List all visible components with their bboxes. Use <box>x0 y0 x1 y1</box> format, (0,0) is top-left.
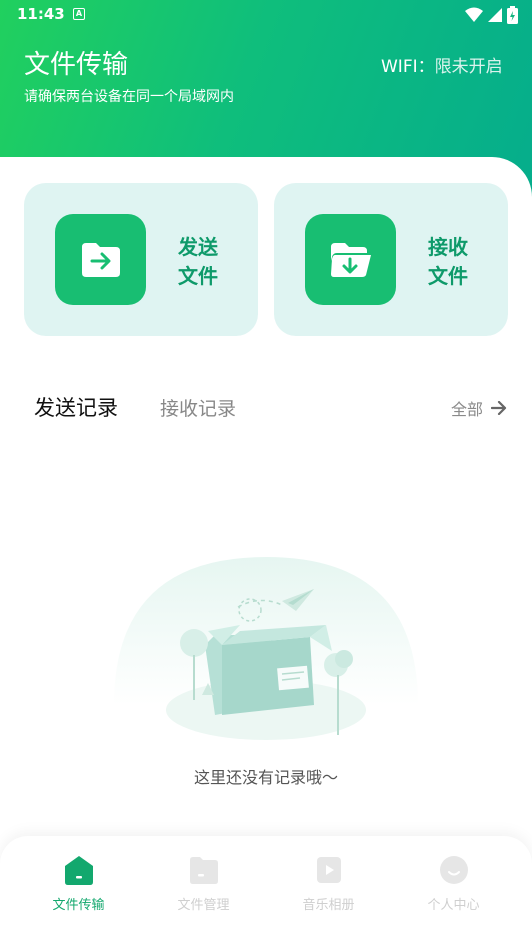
receive-file-button[interactable]: 接收 文件 <box>274 183 508 336</box>
nav-label-profile: 个人中心 <box>427 898 480 913</box>
tab-send-label: 发送记录 <box>34 396 118 420</box>
nav-profile[interactable]: 个人中心 <box>387 836 520 936</box>
wifi-value: 限未开启 <box>434 57 503 77</box>
receive-file-label: 接收 文件 <box>428 233 478 291</box>
tab-receive-label: 接收记录 <box>160 398 237 420</box>
bottom-nav: 文件传输 文件管理 音乐相册 个人中心 <box>0 836 532 947</box>
notification-badge-icon: A <box>73 8 85 20</box>
nav-file-manager[interactable]: 文件管理 <box>137 836 270 936</box>
nav-label-file-transfer: 文件传输 <box>52 898 105 913</box>
send-label-line1: 发送 <box>178 235 218 259</box>
empty-box-illustration <box>114 557 418 740</box>
tab-receive-records[interactable]: 接收记录 <box>160 394 236 421</box>
status-bar: 11:43 A <box>0 0 532 30</box>
view-all-label: 全部 <box>451 400 484 419</box>
view-all-button[interactable]: 全部 <box>451 396 507 420</box>
empty-state-text: 这里还没有记录哦～ <box>193 768 338 787</box>
status-time: 11:43 <box>17 5 65 23</box>
receive-icon-box <box>305 214 396 305</box>
nav-label-music-album: 音乐相册 <box>302 898 355 913</box>
page-title: 文件传输 <box>24 50 129 80</box>
battery-icon <box>507 6 518 24</box>
send-file-label: 发送 文件 <box>178 233 228 291</box>
receive-label-line1: 接收 <box>428 235 468 259</box>
send-icon-box <box>55 214 146 305</box>
folder-arrow-right-icon <box>81 242 120 277</box>
folder-icon <box>189 857 218 884</box>
folder-arrow-down-icon <box>330 242 371 277</box>
page-subtitle: 请确保两台设备在同一个局域网内 <box>24 89 234 105</box>
cell-signal-icon <box>488 8 502 22</box>
send-file-button[interactable]: 发送 文件 <box>24 183 258 336</box>
home-icon <box>64 856 93 885</box>
status-icons <box>465 6 518 24</box>
wifi-status: WIFI：限未开启 <box>381 52 503 77</box>
profile-icon <box>439 856 468 884</box>
wifi-label: WIFI： <box>381 57 435 77</box>
send-label-line2: 文件 <box>178 264 218 288</box>
receive-label-line2: 文件 <box>428 264 468 288</box>
arrow-right-icon <box>491 401 507 415</box>
tab-send-records[interactable]: 发送记录 <box>32 392 120 422</box>
media-icon <box>316 857 341 883</box>
nav-music-album[interactable]: 音乐相册 <box>262 836 395 936</box>
nav-label-file-manager: 文件管理 <box>177 898 230 913</box>
wifi-signal-icon <box>465 7 483 22</box>
nav-file-transfer[interactable]: 文件传输 <box>12 836 145 936</box>
